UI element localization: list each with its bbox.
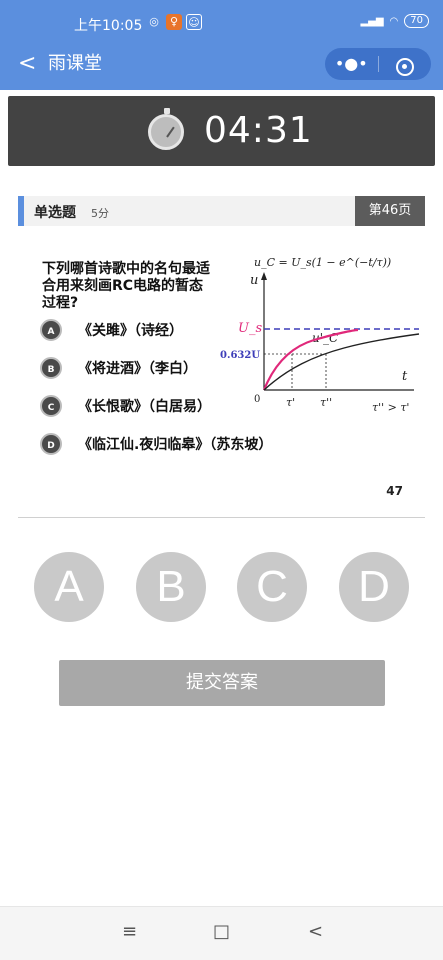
submit-answer-button[interactable]: 提交答案 [59,660,385,706]
status-icons: ◎ ♀ ☺ [146,14,202,30]
option-c: C 《长恨歌》（白居易） [40,394,211,418]
question-type: 单选题 [34,205,76,221]
wifi-icon: ◠ [389,15,399,27]
option-d-text: 《临江仙.夜归临皋》（苏东坡） [78,437,273,453]
tau-relation: τ'' > τ' [372,401,409,414]
battery-icon: 70 [404,14,429,28]
choice-c-button[interactable]: C [237,552,307,622]
tau1-label: τ' [286,396,295,409]
app-icon-1: ◎ [149,15,159,28]
slide-image: 下列哪首诗歌中的名句最适合用来刻画RC电路的暂态过程? A 《关雎》（诗经） B… [18,226,425,498]
option-a-text: 《关雎》（诗经） [78,323,183,339]
countdown-time: 04:31 [204,110,313,151]
option-b: B 《将进酒》（李白） [40,356,197,380]
more-button[interactable]: •●• [325,48,378,80]
stopwatch-icon [148,108,184,150]
option-c-badge: C [40,395,62,417]
page-title: 雨课堂 [48,53,102,74]
signal-icon: ▂▄▆ [360,15,384,27]
graph-formula: u_C = U_s(1 − e^(−t/τ)) [254,256,391,269]
app-icon-2: ♀ [166,14,182,30]
us-label: U_s [238,321,262,336]
close-button[interactable] [379,48,432,80]
miniapp-capsule: •●• [325,48,431,80]
close-ring-icon [395,58,414,76]
home-icon[interactable]: □ [213,921,230,942]
option-a: A 《关雎》（诗经） [40,318,183,342]
status-time: 上午10:05 [74,18,143,34]
rc-transient-graph: u_C = U_s(1 − e^(−t/τ)) u U_s 0.632U 0 t… [220,256,420,414]
choice-b-button[interactable]: B [136,552,206,622]
app-icon-3: ☺ [186,14,202,30]
option-c-text: 《长恨歌》（白居易） [78,399,211,415]
choice-d-button[interactable]: D [339,552,409,622]
page-badge: 第46页 [355,196,425,226]
uc-prime-label: u'_C [312,331,338,345]
slow-charge-curve [263,333,420,391]
status-bar: 上午10:05 ◎ ♀ ☺ ▂▄▆ ◠ 70 [0,0,443,40]
origin-label: 0 [254,394,260,405]
tau2-label: τ'' [320,396,332,409]
system-back-icon[interactable]: < [308,921,323,942]
question-header: 单选题 5分 第46页 [18,196,425,226]
option-b-text: 《将进酒》（李白） [78,361,197,377]
option-d-badge: D [40,433,62,455]
y-axis-arrow [261,272,267,280]
countdown-bar: 04:31 [8,96,435,166]
slide-number: 47 [386,484,403,498]
option-a-badge: A [40,319,62,341]
menu-icon[interactable]: ≡ [122,921,137,942]
separator [18,517,425,518]
u-axis-label: u [250,273,258,288]
back-button[interactable]: < [18,52,36,76]
answer-choices: A B C D [34,552,410,622]
question-card: 单选题 5分 第46页 下列哪首诗歌中的名句最适合用来刻画RC电路的暂态过程? … [18,196,425,516]
level-label: 0.632U [220,350,260,361]
choice-a-button[interactable]: A [34,552,104,622]
option-d: D 《临江仙.夜归临皋》（苏东坡） [40,432,272,456]
option-b-badge: B [40,357,62,379]
question-score: 5分 [91,207,109,220]
nav-bar: < 雨课堂 •●• [0,40,443,90]
t-axis-label: t [402,369,408,384]
question-text: 下列哪首诗歌中的名句最适合用来刻画RC电路的暂态过程? [42,261,210,311]
system-nav-bar: ≡ □ < [0,906,443,960]
status-right: ▂▄▆ ◠ 70 [360,14,429,28]
